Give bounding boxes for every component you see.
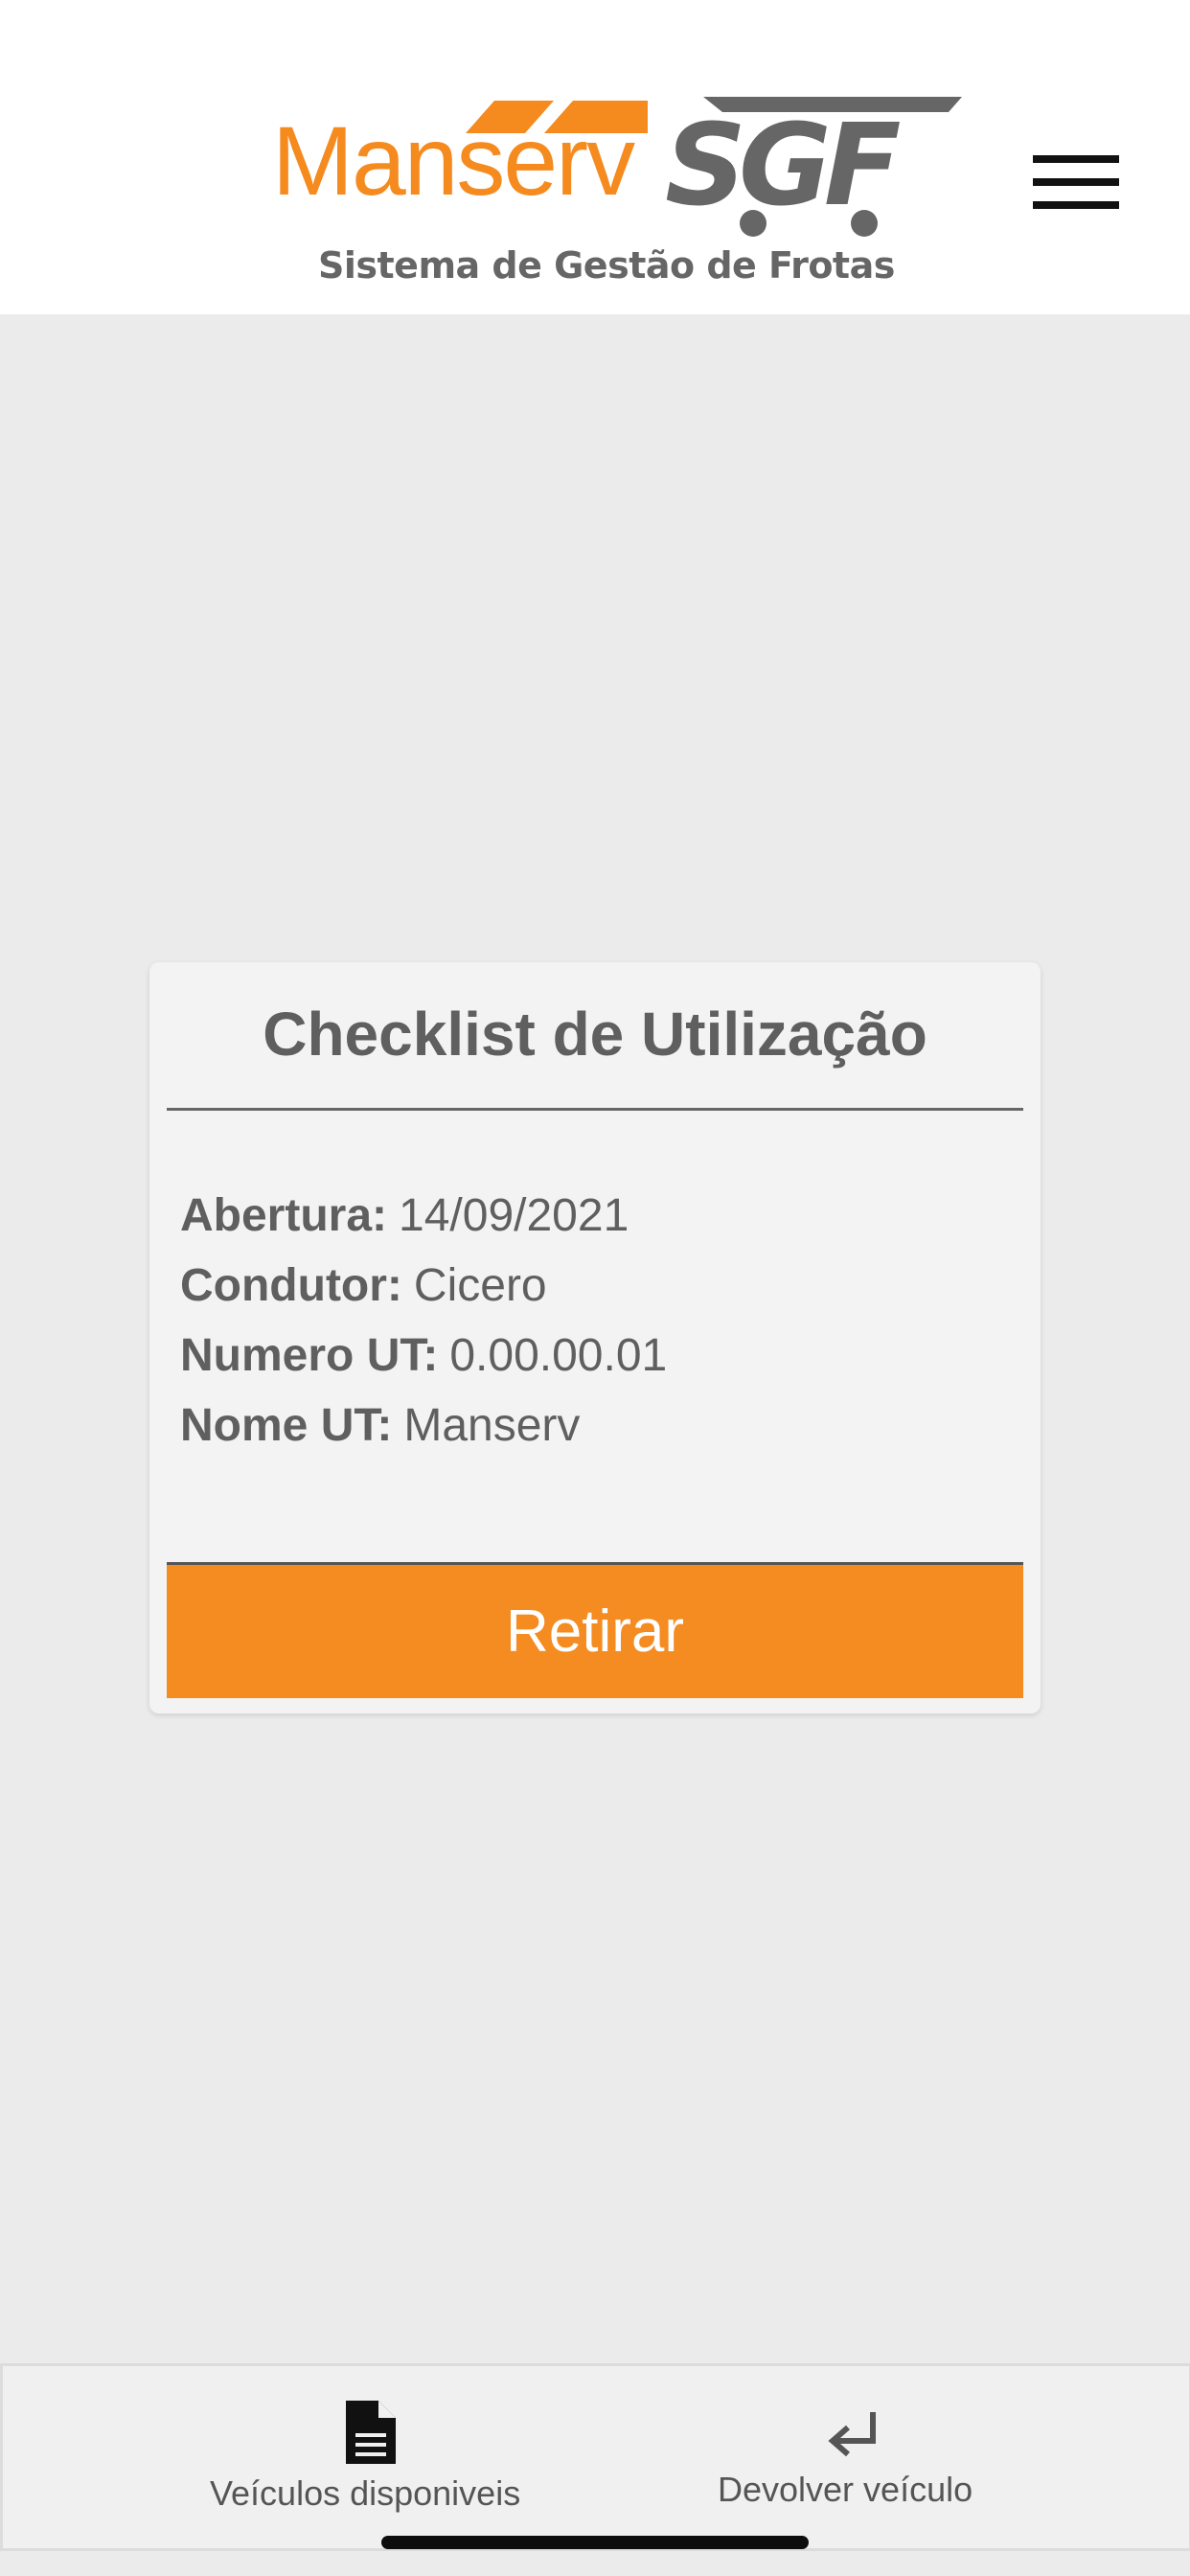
- document-icon: [346, 2401, 396, 2464]
- info-value: Manserv: [403, 1400, 581, 1451]
- info-label: Condutor:: [180, 1260, 402, 1311]
- info-value: Cicero: [413, 1260, 547, 1311]
- app-header: Manserv SGF Sistema de Gestão de Frotas: [0, 0, 1190, 314]
- info-value: 0.00.00.01: [449, 1330, 668, 1381]
- tab-veiculos-disponiveis[interactable]: Veículos disponiveis: [195, 2366, 559, 2548]
- tab-label: Devolver veículo: [718, 2470, 973, 2509]
- info-label: Abertura:: [180, 1190, 388, 1241]
- info-row-numero-ut: Numero UT: 0.00.00.01: [180, 1321, 667, 1391]
- hamburger-menu-icon: [1033, 155, 1119, 163]
- info-row-condutor: Condutor: Cicero: [180, 1251, 667, 1321]
- manserv-sgf-logo: Manserv SGF Sistema de Gestão de Frotas: [268, 91, 977, 297]
- card-divider: [167, 1108, 1023, 1111]
- logo-sgf-graphic: SGF: [665, 97, 962, 237]
- tab-label: Veículos disponiveis: [210, 2473, 521, 2513]
- hamburger-menu-button[interactable]: [1016, 144, 1121, 220]
- info-row-nome-ut: Nome UT: Manserv: [180, 1391, 667, 1460]
- return-arrow-icon: [828, 2412, 876, 2457]
- home-indicator: [381, 2536, 809, 2549]
- checklist-info: Abertura: 14/09/2021 Condutor: Cicero Nume…: [180, 1181, 667, 1460]
- checklist-card: Checklist de Utilização Abertura: 14/09/2…: [149, 962, 1041, 1714]
- hamburger-menu-icon-bar: [1033, 201, 1119, 209]
- info-value: 14/09/2021: [399, 1190, 629, 1241]
- info-row-abertura: Abertura: 14/09/2021: [180, 1181, 667, 1251]
- info-label: Numero UT:: [180, 1330, 439, 1381]
- hamburger-menu-icon-bar: [1033, 178, 1119, 186]
- tab-devolver-veiculo[interactable]: Devolver veículo: [702, 2366, 1028, 2548]
- info-label: Nome UT:: [180, 1400, 393, 1451]
- logo-tagline: Sistema de Gestão de Frotas: [318, 244, 895, 287]
- logo-slashes-graphic: [466, 101, 648, 133]
- bottom-tab-bar: Veículos disponiveis Devolver veículo: [0, 2363, 1190, 2551]
- card-title: Checklist de Utilização: [263, 1000, 927, 1069]
- retirar-button[interactable]: Retirar: [167, 1562, 1023, 1698]
